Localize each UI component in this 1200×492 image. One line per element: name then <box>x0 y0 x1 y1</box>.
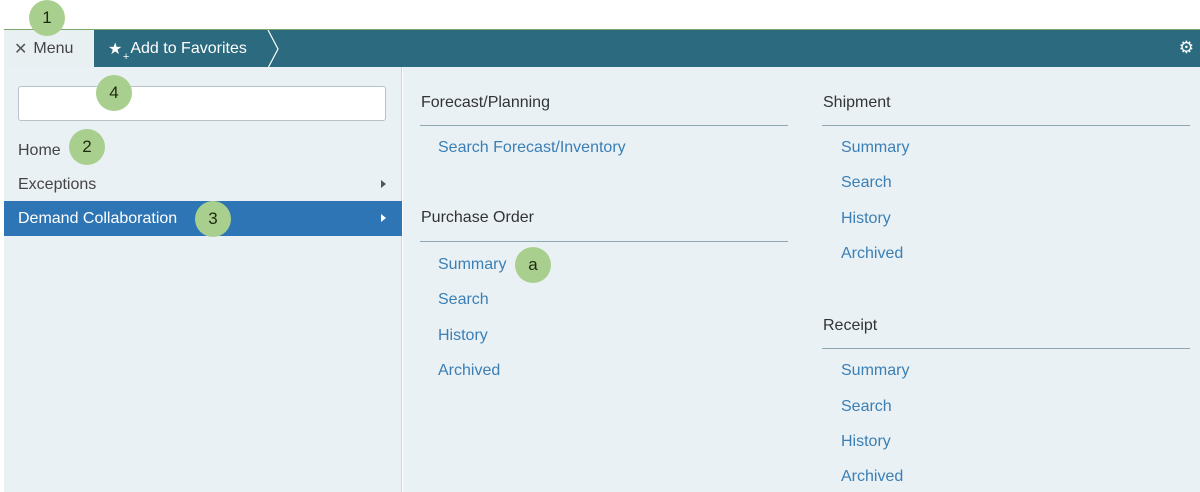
link-shipment-archived[interactable]: Archived <box>841 245 903 263</box>
section-divider <box>822 348 1190 349</box>
sidebar-item-label: Exceptions <box>18 175 97 193</box>
breadcrumb-chevron-icon <box>267 30 279 68</box>
sidebar-item-label: Home <box>18 141 61 159</box>
sidebar-item-label: Demand Collaboration <box>18 209 178 227</box>
link-shipment-history[interactable]: History <box>841 210 891 228</box>
gear-icon[interactable]: ⚙ <box>1179 38 1194 58</box>
link-po-archived[interactable]: Archived <box>438 362 500 380</box>
section-title-forecast-planning: Forecast/Planning <box>421 94 550 111</box>
section-divider <box>420 241 788 242</box>
link-receipt-search[interactable]: Search <box>841 398 892 416</box>
favorites-label: Add to Favorites <box>130 40 247 57</box>
star-plus-icon: ★ + <box>108 41 130 63</box>
link-receipt-archived[interactable]: Archived <box>841 468 903 486</box>
section-title-receipt: Receipt <box>823 317 878 334</box>
sidebar-item-home[interactable]: Home <box>4 133 402 168</box>
callout-4: 4 <box>96 75 132 111</box>
caret-right-icon <box>381 214 386 222</box>
link-receipt-summary[interactable]: Summary <box>841 362 909 380</box>
link-po-history[interactable]: History <box>438 327 488 345</box>
section-divider <box>822 125 1190 126</box>
link-receipt-history[interactable]: History <box>841 433 891 451</box>
link-shipment-search[interactable]: Search <box>841 174 892 192</box>
callout-1: 1 <box>29 0 65 36</box>
section-title-purchase-order: Purchase Order <box>421 209 534 226</box>
close-icon: ✕ <box>14 41 28 58</box>
section-divider <box>420 125 788 126</box>
callout-3: 3 <box>195 201 231 237</box>
add-to-favorites-button[interactable]: ★ + Add to Favorites <box>94 30 278 68</box>
callout-2: 2 <box>69 129 105 165</box>
link-search-forecast-inventory[interactable]: Search Forecast/Inventory <box>438 139 626 157</box>
section-title-shipment: Shipment <box>823 94 891 111</box>
callout-a: a <box>515 247 551 283</box>
sidebar-item-exceptions[interactable]: Exceptions <box>4 167 402 202</box>
link-po-search[interactable]: Search <box>438 291 489 309</box>
menu-label: Menu <box>33 40 74 57</box>
menu-sidebar: Home Exceptions Demand Collaboration <box>4 67 402 492</box>
caret-right-icon <box>381 180 386 188</box>
link-po-summary[interactable]: Summary <box>438 256 506 274</box>
link-shipment-summary[interactable]: Summary <box>841 139 909 157</box>
menu-search-input[interactable] <box>18 86 386 121</box>
top-navigation-bar: ✕ Menu ★ + Add to Favorites ⚙ <box>4 29 1200 68</box>
